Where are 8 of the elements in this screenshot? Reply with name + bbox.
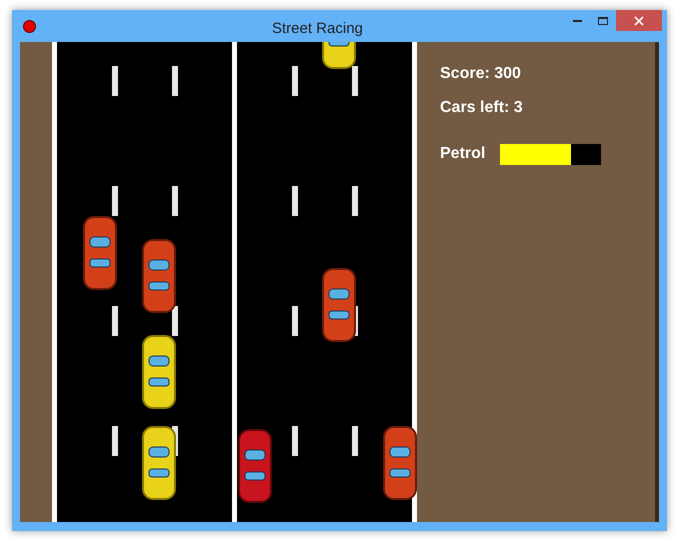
close-button[interactable] — [616, 10, 662, 31]
app-icon — [23, 20, 36, 32]
window-title: Street Racing — [272, 19, 363, 39]
score-label: Score: 300 — [440, 64, 522, 84]
close-icon — [634, 16, 644, 26]
car-drawing — [322, 42, 356, 69]
petrol-label: Petrol — [440, 144, 486, 164]
cars-left-label: Cars left: 3 — [440, 98, 524, 118]
